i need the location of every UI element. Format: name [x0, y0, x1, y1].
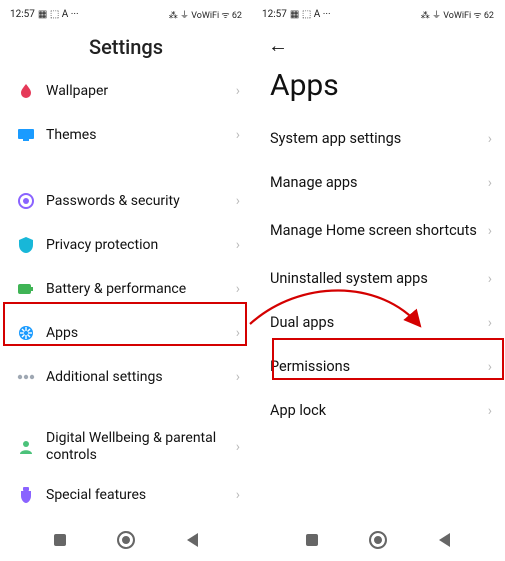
nav-home-icon[interactable]	[117, 531, 135, 549]
row-privacy[interactable]: Privacy protection ›	[0, 223, 252, 267]
privacy-icon	[17, 236, 35, 254]
row-label: App lock	[270, 402, 488, 419]
battery-icon	[17, 280, 35, 298]
row-system-app-settings[interactable]: System app settings ›	[252, 117, 504, 161]
chevron-right-icon: ›	[236, 369, 240, 385]
chevron-right-icon: ›	[236, 193, 240, 209]
status-right-icons: ⁂ ⏚ VoWiFi ᯤ 62	[169, 8, 242, 21]
chevron-right-icon: ›	[236, 325, 240, 341]
nav-back-icon[interactable]	[187, 533, 198, 547]
row-passwords-security[interactable]: Passwords & security ›	[0, 179, 252, 223]
row-uninstalled-apps[interactable]: Uninstalled system apps ›	[252, 257, 504, 301]
additional-icon	[17, 368, 35, 386]
chevron-right-icon: ›	[488, 131, 492, 147]
row-label: Manage apps	[270, 174, 488, 191]
row-label: Special features	[46, 487, 236, 504]
chevron-right-icon: ›	[236, 127, 240, 143]
row-label: Digital Wellbeing & parental controls	[46, 430, 236, 464]
status-left-icons: ▦ ⬚ A ···	[38, 9, 79, 20]
row-label: Themes	[46, 127, 236, 144]
nav-home-icon[interactable]	[369, 531, 387, 549]
row-special[interactable]: Special features ›	[0, 473, 252, 517]
apps-icon	[17, 324, 35, 342]
row-app-lock[interactable]: App lock ›	[252, 389, 504, 433]
nav-bar	[0, 525, 252, 555]
nav-bar	[252, 525, 504, 555]
chevron-right-icon: ›	[488, 223, 492, 239]
row-wallpaper[interactable]: Wallpaper ›	[0, 69, 252, 113]
nav-recent-icon[interactable]	[54, 534, 66, 546]
page-title: Settings	[0, 25, 252, 69]
chevron-right-icon: ›	[236, 83, 240, 99]
security-icon	[17, 192, 35, 210]
row-label: Apps	[46, 325, 236, 342]
row-label: Additional settings	[46, 369, 236, 386]
row-label: Dual apps	[270, 314, 488, 331]
row-additional[interactable]: Additional settings ›	[0, 355, 252, 399]
row-wellbeing[interactable]: Digital Wellbeing & parental controls ›	[0, 421, 252, 473]
chevron-right-icon: ›	[236, 439, 240, 455]
chevron-right-icon: ›	[488, 175, 492, 191]
row-label: Uninstalled system apps	[270, 270, 488, 287]
wallpaper-icon	[17, 82, 35, 100]
chevron-right-icon: ›	[488, 359, 492, 375]
themes-icon	[17, 126, 35, 144]
apps-screen: 12:57 ▦ ⬚ A ··· ⁂ ⏚ VoWiFi ᯤ 62 ← Apps S…	[252, 0, 504, 561]
status-bar: 12:57 ▦ ⬚ A ··· ⁂ ⏚ VoWiFi ᯤ 62	[0, 0, 252, 25]
nav-recent-icon[interactable]	[306, 534, 318, 546]
settings-screen: 12:57 ▦ ⬚ A ··· ⁂ ⏚ VoWiFi ᯤ 62 Settings…	[0, 0, 252, 561]
page-title: Apps	[252, 58, 504, 117]
row-label: Passwords & security	[46, 193, 236, 210]
back-button[interactable]: ←	[268, 33, 288, 58]
status-right-icons: ⁂ ⏚ VoWiFi ᯤ 62	[421, 8, 494, 21]
section-gap	[0, 399, 252, 421]
wellbeing-icon	[17, 438, 35, 456]
status-time: 12:57	[10, 9, 35, 20]
chevron-right-icon: ›	[488, 403, 492, 419]
row-apps[interactable]: Apps ›	[0, 311, 252, 355]
apps-list: System app settings › Manage apps › Mana…	[252, 117, 504, 433]
chevron-right-icon: ›	[236, 487, 240, 503]
special-icon	[17, 486, 35, 504]
row-themes[interactable]: Themes ›	[0, 113, 252, 157]
row-permissions[interactable]: Permissions ›	[252, 345, 504, 389]
settings-list: Wallpaper › Themes › Passwords & securit…	[0, 69, 252, 517]
status-left-icons: ▦ ⬚ A ···	[290, 9, 331, 20]
row-manage-apps[interactable]: Manage apps ›	[252, 161, 504, 205]
chevron-right-icon: ›	[236, 237, 240, 253]
chevron-right-icon: ›	[236, 281, 240, 297]
status-time: 12:57	[262, 9, 287, 20]
row-label: Wallpaper	[46, 83, 236, 100]
row-dual-apps[interactable]: Dual apps ›	[252, 301, 504, 345]
row-label: Battery & performance	[46, 281, 236, 298]
status-bar: 12:57 ▦ ⬚ A ··· ⁂ ⏚ VoWiFi ᯤ 62	[252, 0, 504, 25]
row-label: Manage Home screen shortcuts	[270, 222, 488, 239]
chevron-right-icon: ›	[488, 315, 492, 331]
row-label: Privacy protection	[46, 237, 236, 254]
row-label: System app settings	[270, 130, 488, 147]
row-label: Permissions	[270, 358, 488, 375]
row-manage-shortcuts[interactable]: Manage Home screen shortcuts ›	[252, 205, 504, 257]
row-battery[interactable]: Battery & performance ›	[0, 267, 252, 311]
nav-back-icon[interactable]	[439, 533, 450, 547]
section-gap	[0, 157, 252, 179]
chevron-right-icon: ›	[488, 271, 492, 287]
